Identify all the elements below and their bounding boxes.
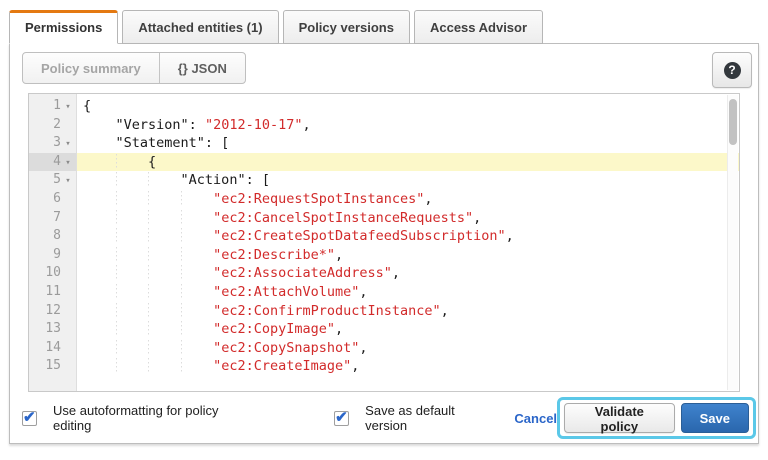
gutter-line: 3▾ xyxy=(29,134,76,153)
code-line[interactable]: "ec2:ConfirmProductInstance", xyxy=(77,302,739,321)
code-line[interactable]: "ec2:CancelSpotInstanceRequests", xyxy=(77,209,739,228)
iam-policy-editor-page: Permissions Attached entities (1) Policy… xyxy=(0,0,768,444)
gutter-line: 13 xyxy=(29,320,76,339)
check-icon: ✔ xyxy=(23,408,36,426)
code-line[interactable]: "ec2:AssociateAddress", xyxy=(77,264,739,283)
tab-bar: Permissions Attached entities (1) Policy… xyxy=(9,10,759,43)
policy-summary-button[interactable]: Policy summary xyxy=(23,53,159,83)
editor-scrollbar[interactable] xyxy=(727,95,738,390)
gutter-line: 8 xyxy=(29,227,76,246)
code-area[interactable]: { "Version": "2012-10-17", "Statement": … xyxy=(77,94,739,391)
code-line[interactable]: "ec2:AttachVolume", xyxy=(77,283,739,302)
permissions-panel: Policy summary {} JSON ? 1▾23▾4▾5▾678910… xyxy=(9,43,759,444)
code-line[interactable]: "ec2:CopyImage", xyxy=(77,320,739,339)
code-line[interactable]: "ec2:CreateImage", xyxy=(77,357,739,376)
code-line[interactable]: { xyxy=(77,153,739,172)
tab-policy-versions[interactable]: Policy versions xyxy=(283,10,410,44)
tab-access-advisor[interactable]: Access Advisor xyxy=(414,10,543,44)
code-line[interactable]: "Statement": [ xyxy=(77,134,739,153)
fold-toggle-icon[interactable]: ▾ xyxy=(61,154,75,173)
gutter-line: 9 xyxy=(29,246,76,265)
gutter-line: 5▾ xyxy=(29,171,76,190)
json-view-button[interactable]: {} JSON xyxy=(159,53,245,83)
editor-footer: ✔ Use autoformatting for policy editing … xyxy=(22,392,756,444)
default-version-checkbox-row[interactable]: ✔ Save as default version xyxy=(334,403,490,433)
validate-policy-button[interactable]: Validate policy xyxy=(564,403,675,433)
line-number-gutter: 1▾23▾4▾5▾6789101112131415 xyxy=(29,94,77,391)
fold-toggle-icon[interactable]: ▾ xyxy=(61,98,75,117)
gutter-line: 2 xyxy=(29,116,76,135)
gutter-line: 10 xyxy=(29,264,76,283)
gutter-line: 14 xyxy=(29,339,76,358)
autoformat-label[interactable]: Use autoformatting for policy editing xyxy=(53,403,246,433)
gutter-line: 11 xyxy=(29,283,76,302)
code-line[interactable]: "ec2:Describe*", xyxy=(77,246,739,265)
code-line[interactable]: "Version": "2012-10-17", xyxy=(77,116,739,135)
autoformat-checkbox[interactable]: ✔ xyxy=(22,411,37,426)
gutter-line: 7 xyxy=(29,209,76,228)
primary-actions-focus-ring: Validate policy Save xyxy=(557,397,756,439)
editor-toolbar: Policy summary {} JSON ? xyxy=(22,52,752,93)
default-version-checkbox[interactable]: ✔ xyxy=(334,411,349,426)
gutter-line: 6 xyxy=(29,190,76,209)
help-button[interactable]: ? xyxy=(712,52,752,88)
default-version-label[interactable]: Save as default version xyxy=(365,403,490,433)
save-button[interactable]: Save xyxy=(681,403,749,433)
code-line[interactable]: "Action": [ xyxy=(77,171,739,190)
check-icon: ✔ xyxy=(335,408,348,426)
gutter-line: 4▾ xyxy=(29,153,76,172)
cancel-link[interactable]: Cancel xyxy=(514,411,557,426)
tab-permissions[interactable]: Permissions xyxy=(9,10,118,44)
scrollbar-thumb[interactable] xyxy=(729,99,737,145)
code-line[interactable]: "ec2:CreateSpotDatafeedSubscription", xyxy=(77,227,739,246)
code-line[interactable]: { xyxy=(77,97,739,116)
gutter-line: 12 xyxy=(29,302,76,321)
tab-attached-entities[interactable]: Attached entities (1) xyxy=(122,10,278,44)
autoformat-checkbox-row[interactable]: ✔ Use autoformatting for policy editing xyxy=(22,403,246,433)
question-mark-icon: ? xyxy=(724,62,741,79)
code-line[interactable]: "ec2:RequestSpotInstances", xyxy=(77,190,739,209)
code-line[interactable]: "ec2:CopySnapshot", xyxy=(77,339,739,358)
gutter-line: 15 xyxy=(29,357,76,376)
gutter-line: 1▾ xyxy=(29,97,76,116)
view-switcher: Policy summary {} JSON xyxy=(22,52,246,84)
policy-json-editor[interactable]: 1▾23▾4▾5▾6789101112131415 { "Version": "… xyxy=(28,93,740,392)
fold-toggle-icon[interactable]: ▾ xyxy=(61,135,75,154)
fold-toggle-icon[interactable]: ▾ xyxy=(61,172,75,191)
